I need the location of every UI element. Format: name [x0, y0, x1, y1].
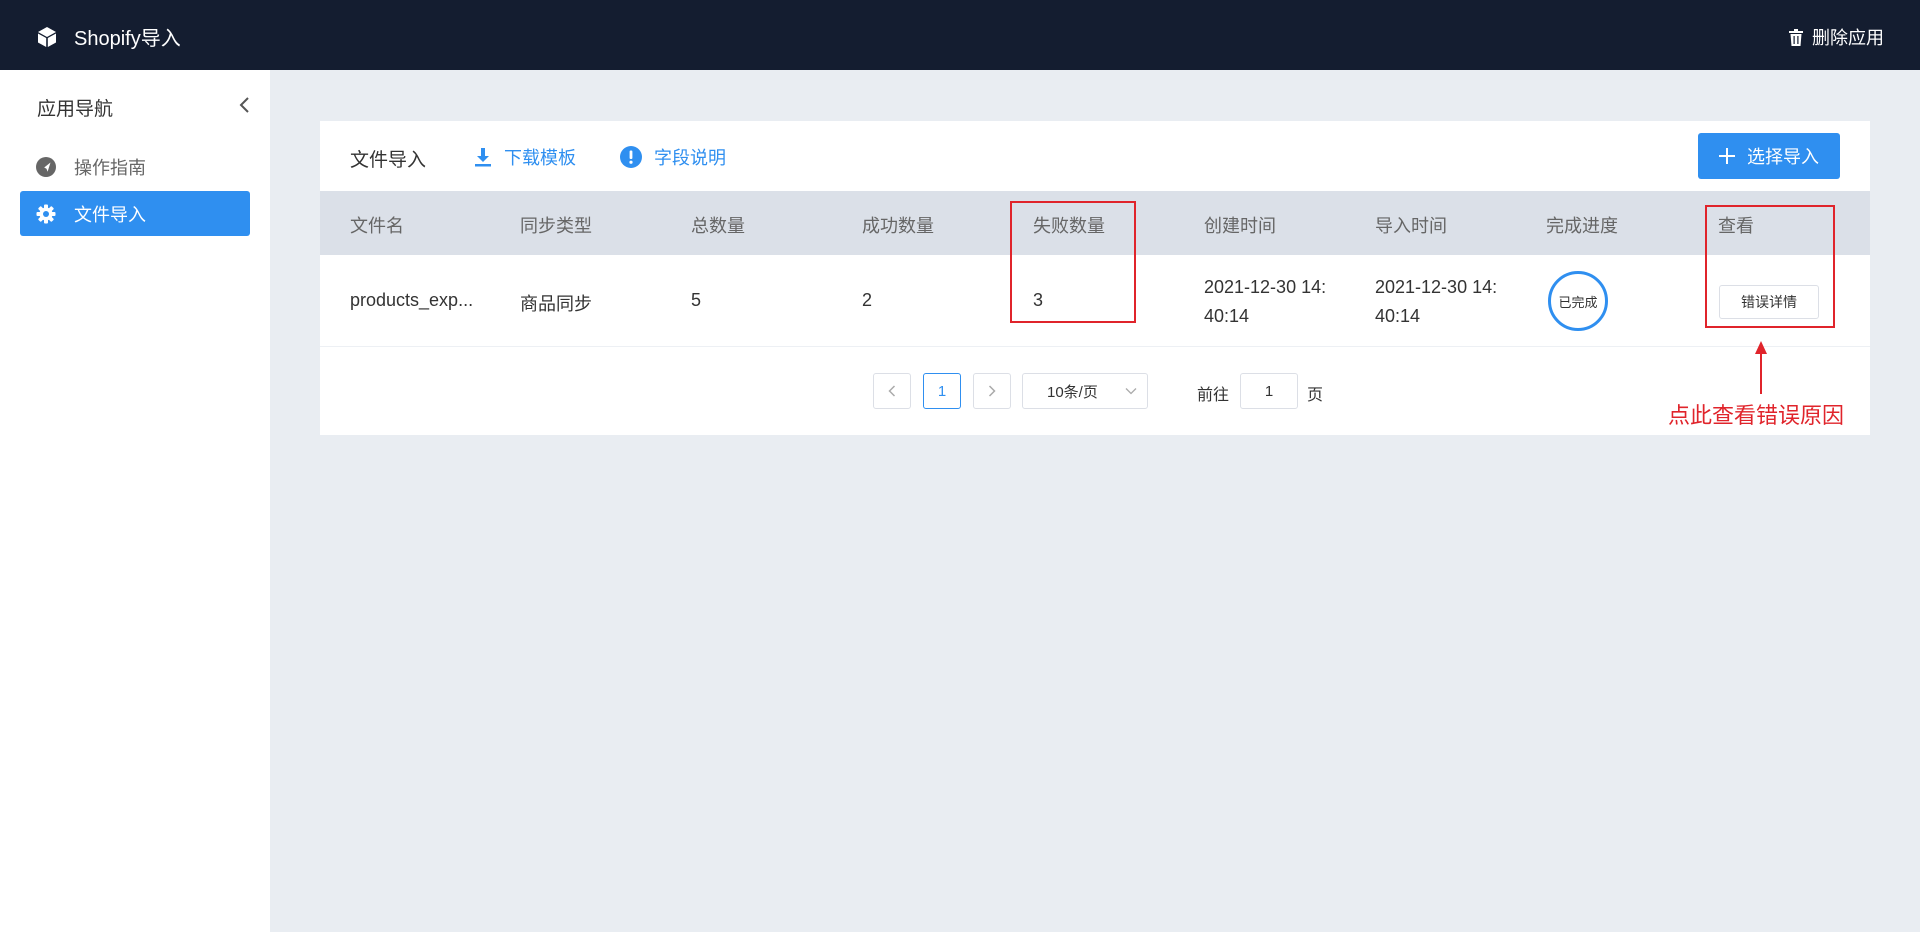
created-time-line: 2021-12-30 14: — [1204, 277, 1327, 297]
goto-prefix: 前往 — [1197, 387, 1230, 404]
download-template-link[interactable]: 下载模板 — [474, 144, 576, 170]
import-time-line: 40:14 — [1375, 306, 1421, 326]
success-count-cell: 2 — [862, 290, 873, 310]
chevron-left-icon — [888, 385, 896, 397]
download-template-label: 下载模板 — [504, 148, 576, 168]
app-brand: Shopify导入 — [36, 22, 181, 51]
goto-suffix: 页 — [1307, 387, 1324, 404]
prev-page-button[interactable] — [873, 373, 911, 409]
import-time-cell: 2021-12-30 14: 40:14 — [1375, 273, 1497, 331]
table-header: 文件名 同步类型 总数量 成功数量 失败数量 创建时间 导入时间 完成进度 查看 — [320, 191, 1870, 255]
chevron-down-icon — [1125, 388, 1137, 395]
sidebar-item-guide[interactable]: 操作指南 — [20, 144, 250, 189]
import-time-line: 2021-12-30 14: — [1375, 277, 1498, 297]
field-description-link[interactable]: 字段说明 — [620, 144, 726, 170]
chevron-right-icon — [988, 385, 996, 397]
sidebar-item-label: 文件导入 — [74, 204, 146, 225]
sync-type-cell: 商品同步 — [520, 294, 592, 314]
info-icon — [620, 146, 642, 168]
sidebar-item-label: 操作指南 — [74, 157, 146, 178]
column-header: 文件名 — [350, 216, 404, 236]
trash-icon — [1789, 28, 1803, 46]
goto-page-input[interactable] — [1240, 373, 1298, 409]
created-time-line: 40:14 — [1204, 306, 1250, 326]
collapse-sidebar-button[interactable] — [238, 96, 250, 119]
top-bar: Shopify导入 删除应用 — [0, 0, 1920, 70]
cube-icon — [38, 26, 56, 47]
plus-icon — [1719, 148, 1735, 164]
navigation-icon — [36, 156, 56, 177]
file-name-cell: products_exp... — [350, 290, 474, 310]
column-header: 同步类型 — [520, 216, 592, 236]
select-import-button[interactable]: 选择导入 — [1698, 133, 1840, 179]
page-number-button[interactable]: 1 — [923, 373, 961, 409]
created-time-cell: 2021-12-30 14: 40:14 — [1204, 273, 1326, 331]
gear-icon — [36, 204, 56, 223]
app-title: Shopify导入 — [74, 28, 181, 50]
delete-app-button[interactable]: 删除应用 — [1788, 24, 1884, 50]
column-header: 完成进度 — [1546, 216, 1618, 236]
select-import-label: 选择导入 — [1747, 147, 1819, 167]
download-icon — [475, 148, 491, 167]
sidebar: 应用导航 操作指南 文件导入 — [0, 70, 270, 932]
sidebar-item-file-import[interactable]: 文件导入 — [20, 191, 250, 236]
field-description-label: 字段说明 — [654, 148, 726, 168]
delete-app-label: 删除应用 — [1812, 28, 1884, 48]
column-header: 总数量 — [691, 216, 745, 236]
card-title: 文件导入 — [350, 150, 427, 171]
error-details-button[interactable]: 错误详情 — [1719, 285, 1819, 319]
card-header: 文件导入 下载模板 字段说明 选择导入 — [320, 121, 1870, 191]
annotation-arrow-icon — [1755, 341, 1767, 394]
column-header: 导入时间 — [1375, 216, 1447, 236]
column-header: 查看 — [1718, 216, 1754, 236]
page-size-value: 10条/页 — [1047, 383, 1098, 401]
progress-status-badge: 已完成 — [1548, 271, 1608, 331]
page-size-select[interactable]: 10条/页 — [1022, 373, 1148, 409]
failed-count-cell: 3 — [1033, 290, 1044, 310]
pagination: 1 10条/页 前往 页 — [320, 373, 1870, 409]
annotation-hint: 点此查看错误原因 — [1668, 404, 1845, 429]
total-count-cell: 5 — [691, 290, 702, 310]
file-import-card: 文件导入 下载模板 字段说明 选择导入 文件名 同步类型 总数量 成功数量 失败… — [320, 121, 1870, 435]
column-header: 成功数量 — [862, 216, 934, 236]
column-header: 创建时间 — [1204, 216, 1276, 236]
chevron-left-icon — [239, 97, 249, 113]
next-page-button[interactable] — [973, 373, 1011, 409]
table-row: products_exp... 商品同步 5 2 3 2021-12-30 14… — [320, 255, 1870, 347]
column-header: 失败数量 — [1033, 216, 1105, 236]
sidebar-title: 应用导航 — [37, 99, 114, 120]
